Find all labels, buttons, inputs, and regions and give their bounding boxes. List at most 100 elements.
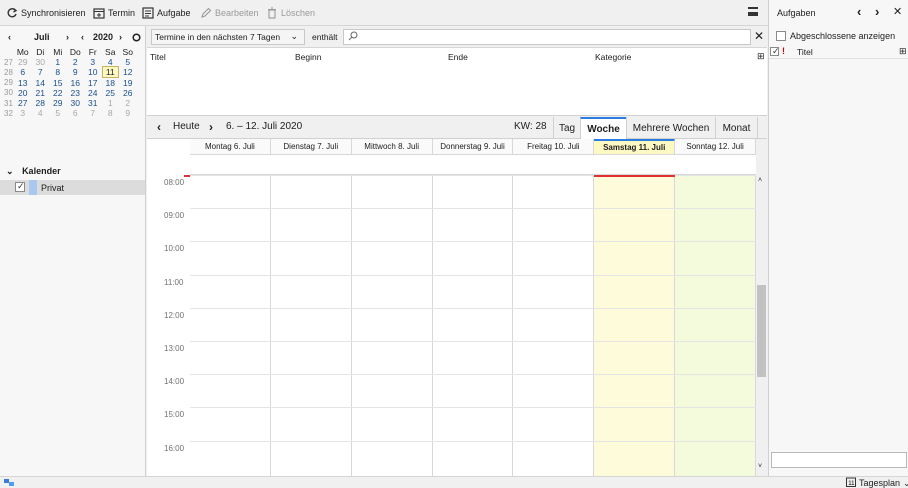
tab-week[interactable]: Woche: [580, 117, 626, 139]
all-day-row[interactable]: [190, 155, 756, 175]
column-picker-icon[interactable]: ⊞: [757, 51, 765, 62]
task-col-title[interactable]: Titel: [797, 47, 813, 57]
day-column[interactable]: [675, 175, 756, 476]
day-column[interactable]: [513, 175, 595, 476]
minimonth-day[interactable]: 5: [49, 108, 67, 118]
show-completed-checkbox[interactable]: [776, 31, 786, 41]
minimonth-day[interactable]: 16: [67, 78, 85, 88]
day-header[interactable]: Sonntag 12. Juli: [675, 139, 756, 155]
column-picker-icon[interactable]: ⊞: [899, 46, 907, 57]
minimonth-day[interactable]: 4: [32, 108, 50, 118]
new-task-input[interactable]: [771, 452, 907, 468]
date-range-select[interactable]: Termine in den nächsten 7 Tagen ⌄: [151, 29, 305, 45]
task-complete-column-icon[interactable]: [770, 46, 780, 57]
minimonth-day[interactable]: 21: [32, 88, 50, 98]
day-header[interactable]: Donnerstag 9. Juli: [432, 139, 514, 155]
minimonth-day[interactable]: 3: [84, 57, 102, 67]
col-category[interactable]: Kategorie: [595, 52, 631, 62]
minimonth-day[interactable]: 8: [49, 67, 67, 77]
minimonth-day[interactable]: 22: [49, 88, 67, 98]
minimonth-day[interactable]: 28: [32, 98, 50, 108]
close-tasks-icon[interactable]: ✕: [893, 5, 902, 18]
prev-year-icon[interactable]: ‹: [81, 30, 84, 44]
minimonth-day[interactable]: 6: [67, 108, 85, 118]
minimonth-day[interactable]: 2: [119, 98, 137, 108]
day-header[interactable]: Montag 6. Juli: [190, 139, 271, 155]
day-column[interactable]: [190, 175, 271, 476]
delete-button[interactable]: Löschen: [266, 5, 315, 21]
day-header[interactable]: Freitag 10. Juli: [513, 139, 595, 155]
minimonth-day[interactable]: 9: [119, 108, 137, 118]
event-search-input[interactable]: [343, 29, 751, 45]
minimonth-day[interactable]: 8: [102, 108, 120, 118]
next-year-icon[interactable]: ›: [119, 30, 122, 44]
today-pane-button[interactable]: 11 Tagesplan ⌄: [846, 477, 908, 488]
tab-multiweek[interactable]: Mehrere Wochen: [626, 117, 715, 139]
col-end[interactable]: Ende: [448, 52, 468, 62]
minimonth-day[interactable]: 2: [67, 57, 85, 67]
next-week-icon[interactable]: ›: [209, 120, 213, 134]
new-task-button[interactable]: Aufgabe: [142, 5, 191, 21]
sync-button[interactable]: Synchronisieren: [6, 5, 86, 21]
day-column[interactable]: [352, 175, 433, 476]
minimonth-day[interactable]: 27: [14, 98, 32, 108]
prev-month-icon[interactable]: ‹: [8, 30, 11, 44]
new-event-button[interactable]: Termin: [93, 5, 135, 21]
minimonth-day-today[interactable]: 11: [101, 66, 119, 79]
prev-task-icon[interactable]: ‹: [857, 4, 861, 19]
scroll-up-icon[interactable]: ˄: [758, 177, 762, 184]
next-month-icon[interactable]: ›: [66, 30, 69, 44]
col-start[interactable]: Beginn: [295, 52, 321, 62]
minimonth-day[interactable]: 23: [67, 88, 85, 98]
minimonth-day[interactable]: 30: [67, 98, 85, 108]
minimonth-day[interactable]: 17: [84, 78, 102, 88]
prev-week-icon[interactable]: ‹: [157, 120, 161, 134]
minimonth-day[interactable]: 1: [102, 98, 120, 108]
week-scrollbar[interactable]: ˄ ˅: [756, 175, 767, 476]
minimonth-day[interactable]: 29: [14, 57, 32, 67]
calendar-checkbox[interactable]: [15, 181, 25, 192]
day-header[interactable]: Samstag 11. Juli: [594, 139, 676, 155]
menu-icon[interactable]: [748, 7, 758, 16]
minimonth-day[interactable]: 9: [67, 67, 85, 77]
minimonth-day[interactable]: 12: [119, 67, 137, 77]
day-column[interactable]: [271, 175, 352, 476]
minimonth-day[interactable]: 5: [119, 57, 137, 67]
minimonth-day[interactable]: 7: [84, 108, 102, 118]
minimonth-day[interactable]: 29: [49, 98, 67, 108]
priority-icon[interactable]: !: [782, 46, 785, 56]
minimonth-day[interactable]: 15: [49, 78, 67, 88]
calendar-item-privat[interactable]: Privat: [0, 180, 145, 195]
minimonth-day[interactable]: 6: [14, 67, 32, 77]
today-circle-icon[interactable]: [132, 30, 141, 44]
minimonth-day[interactable]: 20: [14, 88, 32, 98]
minimonth-day[interactable]: 19: [119, 78, 137, 88]
next-task-icon[interactable]: ›: [875, 4, 879, 19]
minimonth-day[interactable]: 1: [49, 57, 67, 67]
minimonth-day[interactable]: 3: [14, 108, 32, 118]
minimonth-day[interactable]: 30: [32, 57, 50, 67]
minimonth-day[interactable]: 25: [102, 88, 120, 98]
minimonth-day[interactable]: 26: [119, 88, 137, 98]
day-header[interactable]: Mittwoch 8. Juli: [351, 139, 433, 155]
close-icon[interactable]: ✕: [754, 29, 764, 43]
today-button[interactable]: Heute: [173, 121, 200, 132]
minimonth-day[interactable]: 18: [102, 78, 120, 88]
day-header[interactable]: Dienstag 7. Juli: [270, 139, 352, 155]
calendar-section-header[interactable]: ⌄ Kalender: [6, 166, 61, 177]
minimonth-day[interactable]: 7: [32, 67, 50, 77]
col-title[interactable]: Titel: [150, 52, 166, 62]
minimonth-day[interactable]: 13: [14, 78, 32, 88]
tab-month[interactable]: Monat: [715, 117, 758, 139]
day-column[interactable]: [433, 175, 514, 476]
tasks-title: Aufgaben: [777, 8, 816, 18]
edit-button[interactable]: Bearbeiten: [200, 5, 259, 21]
tab-day[interactable]: Tag: [553, 117, 580, 139]
scrollbar-thumb[interactable]: [757, 285, 766, 377]
minimonth-day[interactable]: 10: [84, 67, 102, 77]
day-column[interactable]: [594, 175, 676, 476]
minimonth-day[interactable]: 31: [84, 98, 102, 108]
scroll-down-icon[interactable]: ˅: [758, 463, 762, 470]
minimonth-day[interactable]: 14: [32, 78, 50, 88]
minimonth-day[interactable]: 24: [84, 88, 102, 98]
